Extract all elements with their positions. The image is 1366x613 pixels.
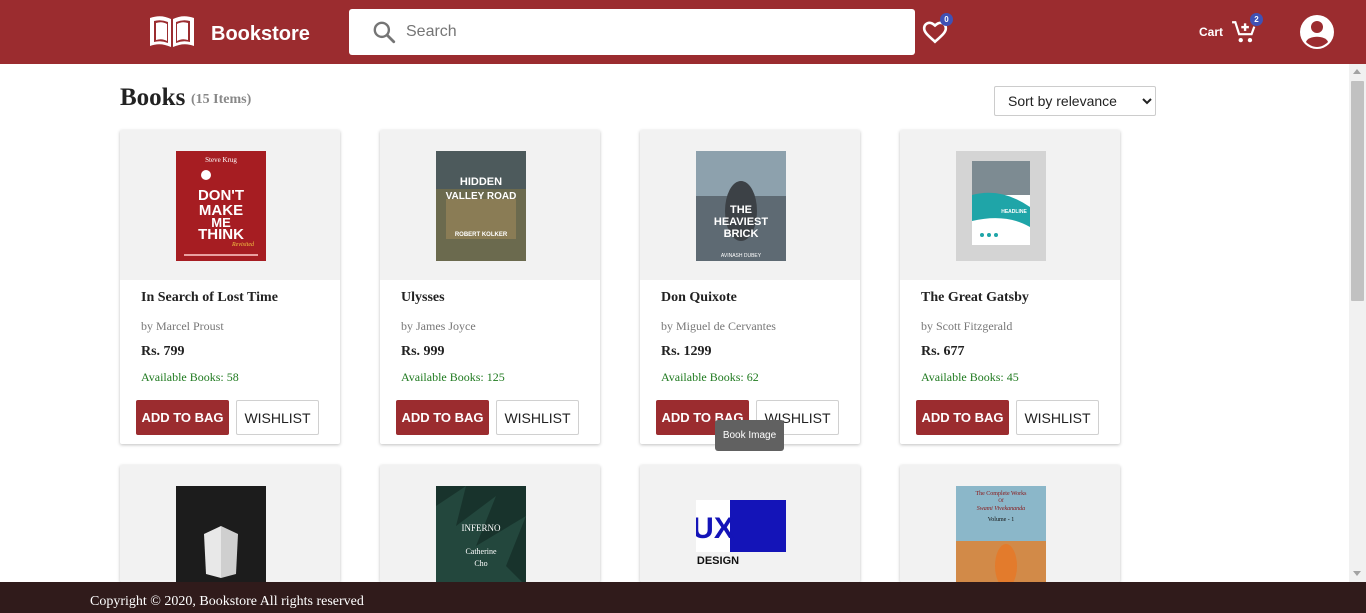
svg-text:DESIGN: DESIGN: [697, 555, 739, 567]
book-card[interactable]: [120, 465, 340, 582]
book-cover-image[interactable]: INFERNO Catherine Cho: [436, 486, 526, 582]
svg-text:HEAVIEST: HEAVIEST: [714, 216, 768, 228]
cart-count-badge: 2: [1250, 13, 1263, 26]
book-image-area: UX DESIGN: [640, 465, 860, 582]
book-image-area: INFERNO Catherine Cho: [380, 465, 600, 582]
book-card[interactable]: Steve Krug DON'T MAKE ME THINK Revisited…: [120, 130, 340, 444]
page-footer: Copyright © 2020, Bookstore All rights r…: [0, 582, 1366, 613]
search-bar[interactable]: [349, 9, 915, 55]
book-card[interactable]: UX DESIGN: [640, 465, 860, 582]
svg-text:Steve Krug: Steve Krug: [205, 156, 237, 164]
brand-name[interactable]: Bookstore: [211, 23, 310, 46]
account-circle-icon[interactable]: [1299, 14, 1335, 50]
scroll-down-arrow-icon[interactable]: [1353, 571, 1361, 576]
page-title: Books: [120, 84, 186, 111]
svg-text:UX: UX: [696, 512, 734, 545]
add-to-bag-button[interactable]: ADD TO BAG: [916, 400, 1009, 435]
wishlist-button[interactable]: WISHLIST: [496, 400, 579, 435]
book-availability: Available Books: 62: [661, 370, 759, 384]
book-cover-image[interactable]: Steve Krug DON'T MAKE ME THINK Revisited: [176, 151, 266, 261]
book-title[interactable]: The Great Gatsby: [921, 290, 1029, 306]
book-card[interactable]: HEADLINE The Great Gatsby by Scott Fitzg…: [900, 130, 1120, 444]
wishlist-count-badge: 0: [940, 13, 953, 26]
book-availability: Available Books: 125: [401, 370, 505, 384]
svg-text:HEADLINE: HEADLINE: [1001, 209, 1027, 215]
search-input[interactable]: [406, 9, 896, 55]
svg-text:AVINASH DUBEY: AVINASH DUBEY: [721, 253, 762, 259]
scrollbar-thumb[interactable]: [1351, 81, 1364, 301]
book-image-area: HEADLINE: [900, 130, 1120, 280]
book-availability: Available Books: 45: [921, 370, 1019, 384]
svg-text:Catherine: Catherine: [465, 547, 497, 556]
svg-text:Volume - 1: Volume - 1: [988, 517, 1015, 523]
book-price: Rs. 799: [141, 344, 185, 359]
svg-text:THE: THE: [730, 204, 752, 216]
svg-text:THINK: THINK: [198, 226, 244, 243]
book-availability: Available Books: 58: [141, 370, 239, 384]
book-cover-image[interactable]: [176, 486, 266, 582]
svg-text:INFERNO: INFERNO: [461, 523, 501, 533]
book-title[interactable]: Don Quixote: [661, 290, 737, 306]
svg-text:ROBERT KOLKER: ROBERT KOLKER: [455, 232, 508, 238]
item-count: (15 Items): [191, 92, 252, 107]
scroll-up-arrow-icon[interactable]: [1353, 69, 1361, 74]
search-icon: [373, 21, 396, 44]
book-cover-image[interactable]: THE HEAVIEST BRICK AVINASH DUBEY: [696, 151, 786, 261]
book-author: by Scott Fitzgerald: [921, 319, 1013, 333]
book-card[interactable]: HIDDEN VALLEY ROAD ROBERT KOLKER Ulysses…: [380, 130, 600, 444]
svg-text:VALLEY ROAD: VALLEY ROAD: [446, 191, 517, 202]
book-image-area: The Complete Works Of Swami Vivekananda …: [900, 465, 1120, 582]
book-image-tooltip: Book Image: [715, 420, 784, 451]
book-image-area: Steve Krug DON'T MAKE ME THINK Revisited: [120, 130, 340, 280]
book-image-area: [120, 465, 340, 582]
add-to-bag-button[interactable]: ADD TO BAG: [136, 400, 229, 435]
add-to-bag-button[interactable]: ADD TO BAG: [396, 400, 489, 435]
app-header: Bookstore 0 Cart 2: [0, 0, 1366, 64]
book-cover-image[interactable]: The Complete Works Of Swami Vivekananda …: [956, 486, 1046, 582]
book-cover-image[interactable]: HEADLINE: [956, 151, 1046, 261]
book-image-area: HIDDEN VALLEY ROAD ROBERT KOLKER: [380, 130, 600, 280]
svg-text:Revisited: Revisited: [231, 242, 255, 248]
wishlist-button[interactable]: WISHLIST: [236, 400, 319, 435]
book-price: Rs. 999: [401, 344, 445, 359]
book-card[interactable]: THE HEAVIEST BRICK AVINASH DUBEY Don Qui…: [640, 130, 860, 444]
book-card[interactable]: The Complete Works Of Swami Vivekananda …: [900, 465, 1120, 582]
book-title[interactable]: Ulysses: [401, 290, 445, 306]
svg-text:Of: Of: [998, 499, 1004, 504]
book-image-area: THE HEAVIEST BRICK AVINASH DUBEY: [640, 130, 860, 280]
book-price: Rs. 1299: [661, 344, 712, 359]
svg-text:The Complete Works: The Complete Works: [975, 491, 1027, 497]
svg-text:Swami Vivekananda: Swami Vivekananda: [977, 506, 1025, 512]
book-author: by Marcel Proust: [141, 319, 224, 333]
book-logo-icon[interactable]: [148, 12, 196, 50]
copyright-text: Copyright © 2020, Bookstore All rights r…: [90, 594, 364, 609]
book-cover-image[interactable]: HIDDEN VALLEY ROAD ROBERT KOLKER: [436, 151, 526, 261]
sort-select[interactable]: Sort by relevance: [994, 86, 1156, 116]
book-title[interactable]: In Search of Lost Time: [141, 290, 278, 306]
cart-label[interactable]: Cart: [1199, 25, 1223, 39]
svg-text:HIDDEN: HIDDEN: [460, 176, 502, 188]
book-price: Rs. 677: [921, 344, 965, 359]
svg-text:BRICK: BRICK: [724, 228, 759, 240]
book-author: by Miguel de Cervantes: [661, 319, 776, 333]
book-author: by James Joyce: [401, 319, 476, 333]
book-cover-image[interactable]: UX DESIGN: [696, 486, 786, 582]
book-card[interactable]: INFERNO Catherine Cho: [380, 465, 600, 582]
svg-text:Cho: Cho: [474, 559, 487, 568]
wishlist-button[interactable]: WISHLIST: [1016, 400, 1099, 435]
